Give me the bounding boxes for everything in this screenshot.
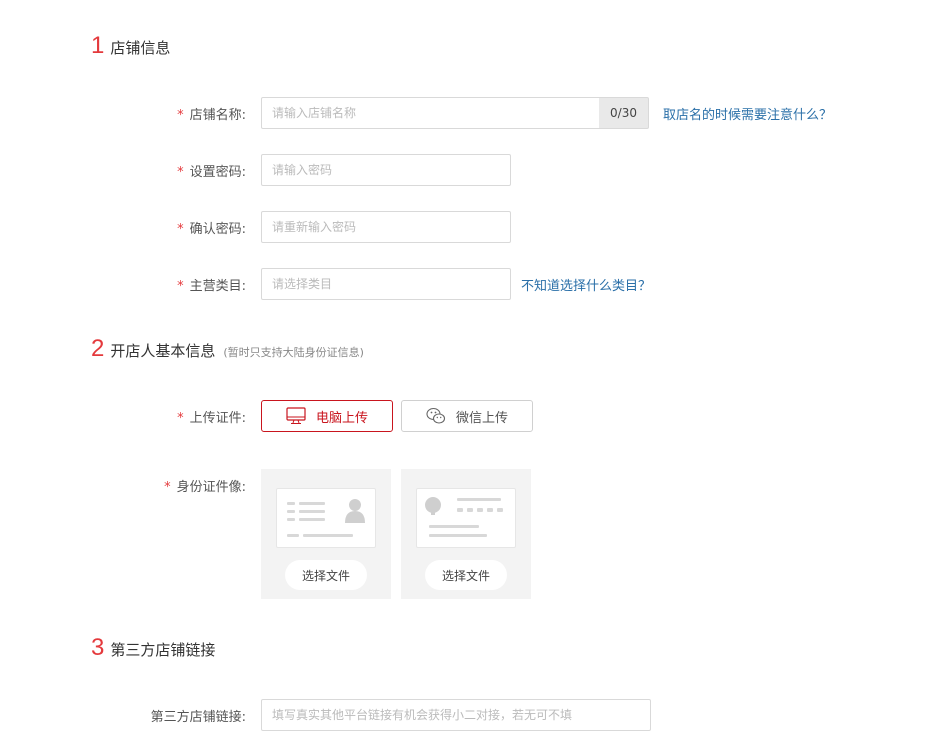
id-photo-label-text: 身份证件像:	[176, 480, 246, 495]
id-back-choose-file-button[interactable]: 选择文件	[425, 560, 507, 590]
monitor-icon	[286, 407, 306, 425]
category-select[interactable]	[261, 268, 511, 300]
section-store-info: 1 店铺信息	[91, 34, 170, 58]
section-note: (暂时只支持大陆身份证信息)	[223, 346, 364, 359]
password-label: * 设置密码:	[177, 161, 246, 180]
section-heading: 第三方店铺链接	[110, 641, 216, 659]
wechat-icon	[426, 407, 446, 425]
upload-cert-label-text: 上传证件:	[189, 411, 246, 426]
id-front-illustration	[276, 488, 376, 548]
category-label: * 主营类目:	[177, 275, 246, 294]
confirm-password-label: * 确认密码:	[177, 218, 246, 237]
store-name-counter: 0/30	[599, 97, 649, 129]
store-name-input[interactable]	[261, 97, 600, 129]
password-label-text: 设置密码:	[189, 165, 246, 180]
id-back-upload-card[interactable]: 选择文件	[401, 469, 531, 599]
store-name-label-text: 店铺名称:	[189, 108, 246, 123]
required-mark: *	[164, 480, 171, 495]
required-mark: *	[177, 222, 184, 237]
section-number: 2	[91, 335, 105, 362]
section-heading: 开店人基本信息	[110, 342, 216, 360]
category-help-link[interactable]: 不知道选择什么类目？	[521, 275, 651, 294]
third-party-link-label: 第三方店铺链接:	[150, 710, 246, 725]
wechat-upload-label: 微信上传	[455, 410, 508, 426]
required-mark: *	[177, 411, 184, 426]
third-party-link-input[interactable]	[261, 699, 651, 731]
section-number: 3	[91, 634, 105, 661]
section-number: 1	[91, 32, 105, 59]
id-photo-label: * 身份证件像:	[164, 476, 246, 495]
category-label-text: 主营类目:	[189, 279, 246, 294]
password-input[interactable]	[261, 154, 511, 186]
required-mark: *	[177, 165, 184, 180]
wechat-upload-button[interactable]: 微信上传	[401, 400, 533, 432]
store-name-label: * 店铺名称:	[177, 104, 246, 123]
id-back-illustration	[416, 488, 516, 548]
confirm-password-label-text: 确认密码:	[189, 222, 246, 237]
confirm-password-input[interactable]	[261, 211, 511, 243]
upload-cert-label: * 上传证件:	[177, 407, 246, 426]
section-owner-info: 2 开店人基本信息 (暂时只支持大陆身份证信息)	[91, 337, 364, 361]
required-mark: *	[177, 108, 184, 123]
id-front-upload-card[interactable]: 选择文件	[261, 469, 391, 599]
id-front-choose-file-button[interactable]: 选择文件	[285, 560, 367, 590]
section-third-party: 3 第三方店铺链接	[91, 636, 215, 660]
pc-upload-button[interactable]: 电脑上传	[261, 400, 393, 432]
required-mark: *	[177, 279, 184, 294]
pc-upload-label: 电脑上传	[315, 410, 368, 426]
section-heading: 店铺信息	[110, 39, 171, 57]
store-name-help-link[interactable]: 取店名的时候需要注意什么？	[663, 104, 832, 123]
